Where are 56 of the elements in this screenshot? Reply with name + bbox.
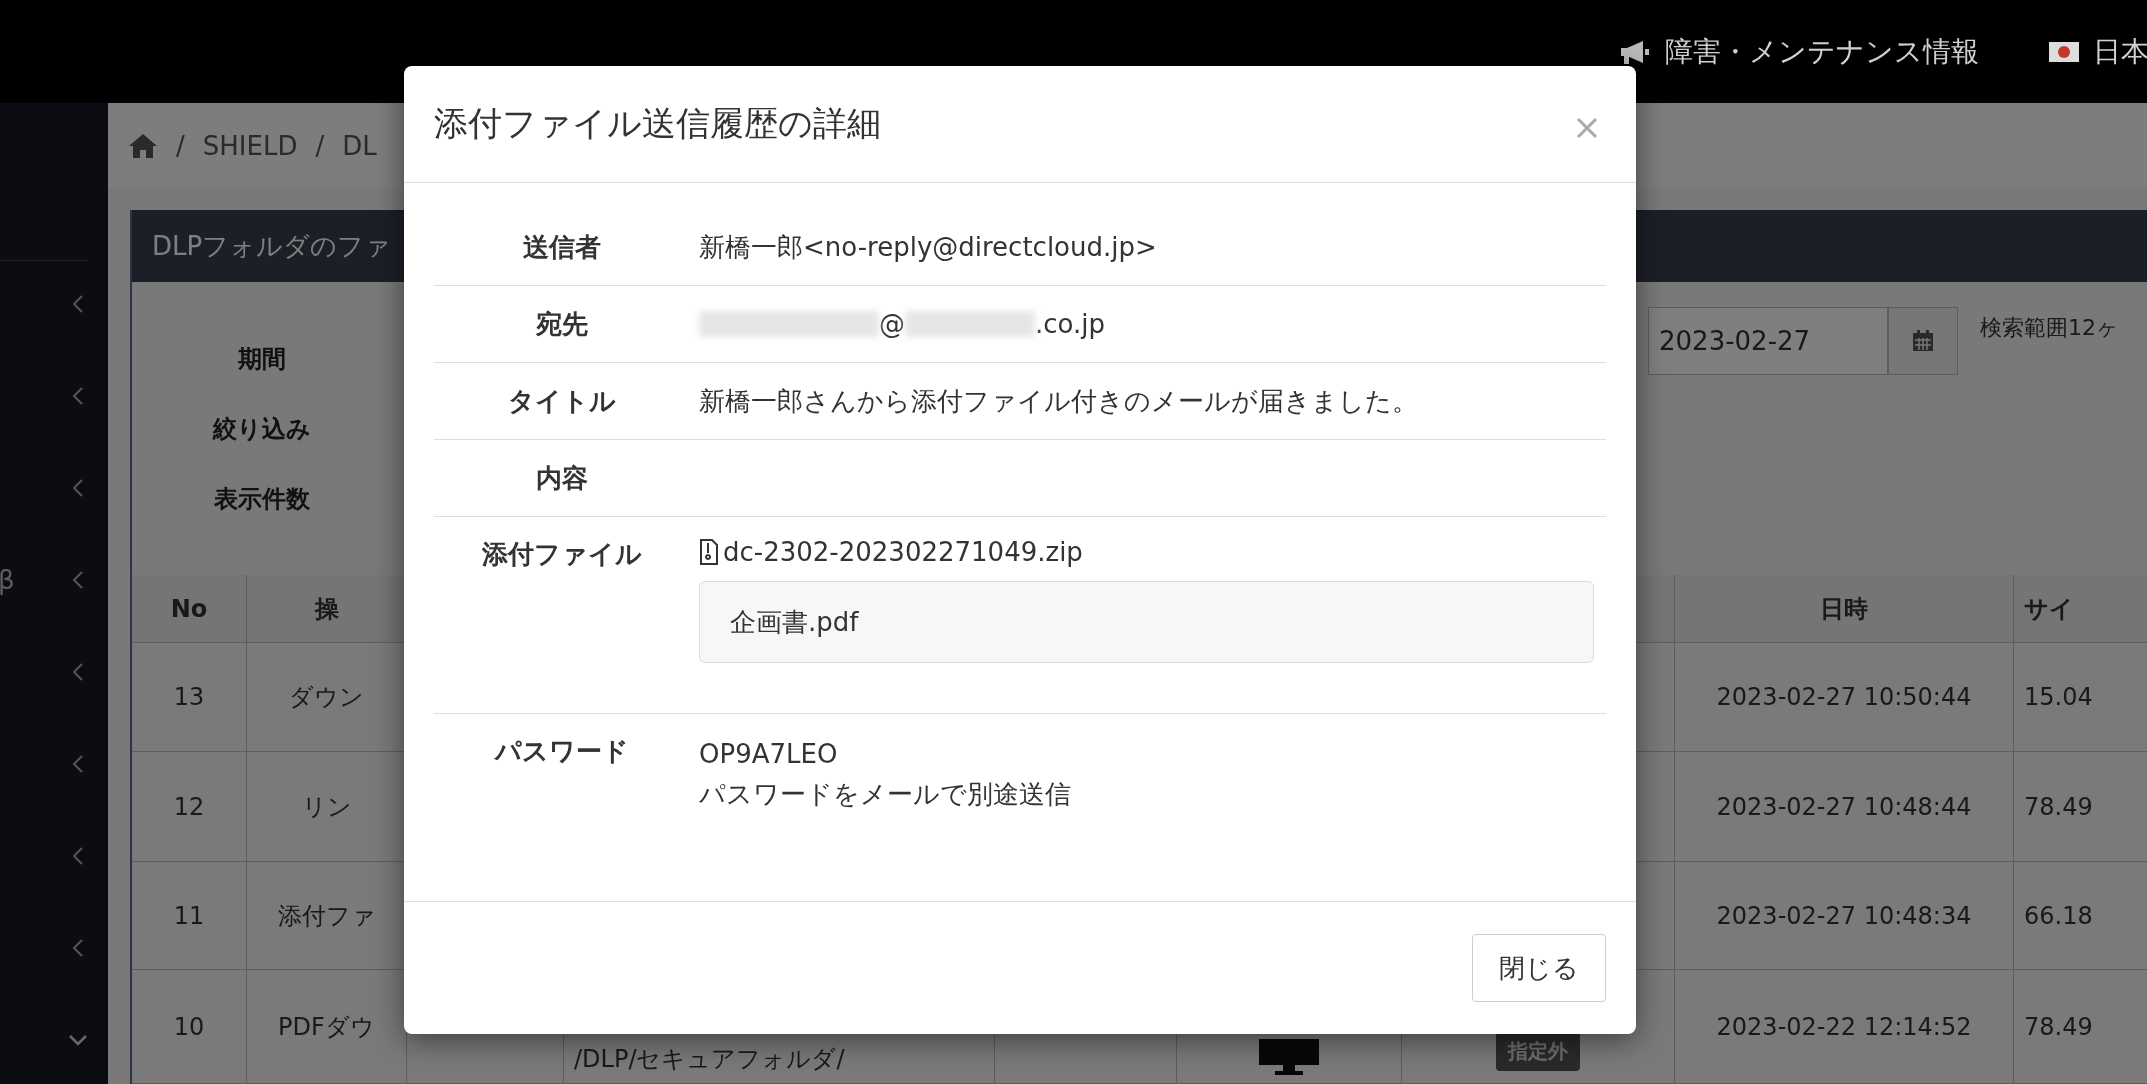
field-label: 内容 xyxy=(534,461,589,495)
filter-label: 表示件数 xyxy=(213,483,311,515)
field-value: @ xyxy=(879,309,905,339)
chevron-left-icon[interactable] xyxy=(72,294,84,314)
panel-title: DLPフォルダのファ xyxy=(152,229,392,263)
search-range-note: 検索範囲12ヶ xyxy=(1980,314,2119,342)
megaphone-icon xyxy=(1619,38,1651,65)
chevron-left-icon[interactable] xyxy=(72,570,84,590)
table-cell: 2023-02-27 10:48:44 xyxy=(1675,752,2014,862)
field-label: タイトル xyxy=(506,384,617,418)
table-cell: 13 xyxy=(132,643,247,752)
table-cell: 12 xyxy=(132,752,247,862)
calendar-button[interactable] xyxy=(1888,307,1958,375)
column-header: No xyxy=(132,575,247,643)
japan-flag-icon xyxy=(2049,41,2079,62)
column-header: 操 xyxy=(247,575,407,643)
close-icon xyxy=(1576,117,1598,139)
date-field[interactable]: 2023-02-27 xyxy=(1648,307,1888,375)
breadcrumb-separator: / xyxy=(315,130,325,161)
monitor-icon xyxy=(1259,1039,1319,1075)
filter-label: 期間 xyxy=(237,343,287,375)
table-cell: 2023-02-27 10:48:34 xyxy=(1675,862,2014,970)
field-label: 宛先 xyxy=(534,307,589,341)
chevron-left-icon[interactable] xyxy=(72,386,84,406)
file-entry: 企画書.pdf xyxy=(699,581,1594,663)
beta-label: β xyxy=(0,565,15,595)
table-cell: 10 xyxy=(132,970,247,1084)
field-value: OP9A7LEO xyxy=(699,738,839,771)
chevron-left-icon[interactable] xyxy=(72,938,84,958)
field-label: 添付ファイル xyxy=(480,538,643,571)
field-label: 送信者 xyxy=(521,230,602,264)
chevron-left-icon[interactable] xyxy=(72,754,84,774)
chevron-left-icon[interactable] xyxy=(72,662,84,682)
maintenance-info-link[interactable]: 障害・メンテナンス情報 xyxy=(1665,32,1979,71)
calendar-icon xyxy=(1911,329,1935,353)
field-value: パスワードをメールで別途送信 xyxy=(699,778,1072,812)
close-dialog-button[interactable]: 閉じる xyxy=(1472,934,1606,1002)
breadcrumb-separator: / xyxy=(176,130,185,161)
chevron-left-icon[interactable] xyxy=(72,478,84,498)
dialog-title: 添付ファイル送信履歴の詳細 xyxy=(434,102,881,145)
table-cell: 2023-02-27 10:50:44 xyxy=(1675,643,2014,752)
table-cell: 2023-02-22 12:14:52 xyxy=(1675,970,2014,1084)
chevron-down-icon[interactable] xyxy=(68,1034,88,1046)
home-icon[interactable] xyxy=(128,132,158,159)
field-value: 新橋一郎さんから添付ファイル付きのメールが届きました。 xyxy=(698,384,1419,418)
column-header: 日時 xyxy=(1675,575,2014,643)
zip-file-icon xyxy=(699,539,719,565)
table-cell: 11 xyxy=(132,862,247,970)
file-name: dc-2302-202302271049.zip xyxy=(723,537,1083,567)
field-value: 新橋一郎<no-reply@directcloud.jp> xyxy=(698,230,1158,264)
field-value: .co.jp xyxy=(1035,309,1105,339)
chevron-left-icon[interactable] xyxy=(72,846,84,866)
field-label: パスワード xyxy=(493,735,630,768)
filter-label: 絞り込み xyxy=(211,413,312,445)
status-badge: 指定外 xyxy=(1496,1032,1580,1071)
column-header: サイ xyxy=(2014,575,2147,643)
